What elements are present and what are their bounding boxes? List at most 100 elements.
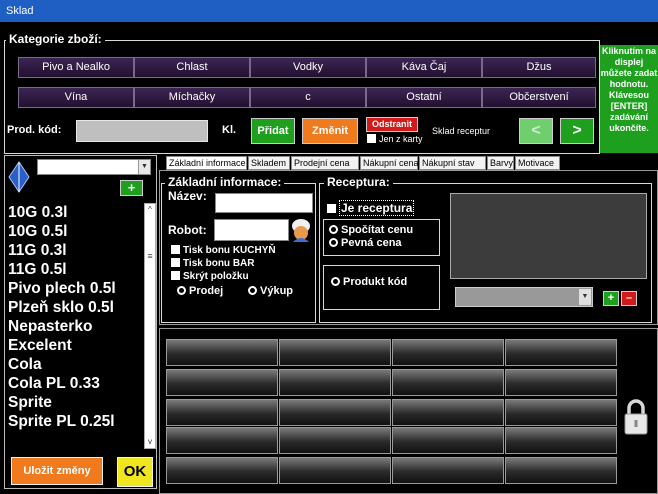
print-kitchen-checkbox[interactable]: Tisk bonu KUCHYŇ [171,245,276,256]
only-card-box[interactable] [367,134,376,143]
display-cell[interactable] [166,457,278,484]
hide-item-checkbox[interactable]: Skrýt položku [171,271,249,282]
tab[interactable]: Skladem [248,156,290,170]
recipe-add-button[interactable]: + [603,291,619,306]
sidebar-select[interactable]: ▼ [37,159,151,175]
category-button[interactable]: Míchačky [134,87,250,108]
remove-button[interactable]: Odstranit [366,117,418,132]
sidebar-add-button[interactable]: + [120,180,143,196]
tab[interactable]: Prodejní cena [291,156,359,170]
calc-price-label: Spočítat cenu [341,224,414,236]
calc-price-dot[interactable] [329,225,338,234]
category-button[interactable]: Občerstvení [482,87,596,108]
tab[interactable]: Barvy [487,156,514,170]
prod-code-input[interactable] [76,120,208,142]
buyout-radio-dot[interactable] [248,286,257,295]
calc-price-radio[interactable]: Spočítat cenu [329,224,413,236]
display-cell[interactable] [505,339,617,366]
category-button[interactable]: Ostatní [366,87,482,108]
list-item[interactable]: 10G 0.5l [8,222,144,241]
recipe-select[interactable]: ▼ [455,287,593,307]
next-button[interactable]: > [560,118,594,144]
list-item[interactable]: Pivo plech 0.5l [8,279,144,298]
fixed-price-dot[interactable] [329,238,338,247]
print-bar-box[interactable] [171,258,180,267]
display-cell[interactable] [166,427,278,454]
category-button[interactable]: Káva Čaj [366,57,482,78]
change-button[interactable]: Změnit [302,118,358,144]
list-item[interactable]: 10G 0.3l [8,203,144,222]
only-card-checkbox[interactable]: Jen z karty [367,134,423,144]
list-item[interactable]: Cola [8,355,144,374]
fixed-price-radio[interactable]: Pevná cena [329,237,402,249]
robot-input[interactable] [214,219,289,241]
display-cell[interactable] [505,399,617,426]
display-cell[interactable] [279,457,391,484]
display-cell[interactable] [279,339,391,366]
tab[interactable]: Nákupní stav [419,156,486,170]
list-item[interactable]: Cola PL 0.33 [8,374,144,393]
category-button[interactable]: c [250,87,366,108]
ok-button[interactable]: OK [117,457,153,487]
display-cell[interactable] [505,457,617,484]
sale-radio-dot[interactable] [177,286,186,295]
is-recipe-box[interactable] [327,204,336,213]
name-input[interactable] [215,193,313,213]
scroll-down-icon[interactable]: v [145,436,155,448]
list-item[interactable]: Sprite PL 0.25l [8,412,144,431]
recipe-legend: Receptura: [324,176,393,189]
product-list-scrollbar[interactable]: ^ ≡ v [144,203,156,449]
recipe-remove-button[interactable]: – [621,291,637,306]
product-code-radio[interactable]: Produkt kód [331,276,407,288]
save-changes-button[interactable]: Uložit změny [11,457,103,485]
hide-item-label: Skrýt položku [183,271,249,282]
display-cell[interactable] [279,427,391,454]
display-cell[interactable] [279,399,391,426]
buyout-radio[interactable]: Výkup [248,285,293,297]
plus-icon: + [127,180,136,195]
list-item[interactable]: Sprite [8,393,144,412]
tab[interactable]: Nákupní cena [360,156,419,170]
display-cell[interactable] [392,427,504,454]
save-changes-label: Uložit změny [23,465,91,477]
display-cell[interactable] [505,369,617,396]
prev-button[interactable]: < [519,118,553,144]
display-cell[interactable] [392,457,504,484]
scroll-thumb-icon[interactable]: ≡ [145,250,155,262]
category-button[interactable]: Džus [482,57,596,78]
sort-arrows-icon[interactable] [8,161,30,193]
add-button[interactable]: Přidat [251,118,295,144]
display-cell[interactable] [392,369,504,396]
display-cell[interactable] [392,399,504,426]
print-kitchen-label: Tisk bonu KUCHYŇ [183,245,276,256]
category-button[interactable]: Vodky [250,57,366,78]
hide-item-box[interactable] [171,271,180,280]
print-kitchen-box[interactable] [171,245,180,254]
scroll-up-icon[interactable]: ^ [145,204,155,216]
category-button[interactable]: Pivo a Nealko [18,57,134,78]
category-button[interactable]: Chlast [134,57,250,78]
category-button[interactable]: Vína [18,87,134,108]
display-cell[interactable] [166,339,278,366]
recipe-list[interactable] [450,193,647,279]
list-item[interactable]: Excelent [8,336,144,355]
sale-radio[interactable]: Prodej [177,285,223,297]
list-item[interactable]: Nepasterko [8,317,144,336]
list-item[interactable]: 11G 0.3l [8,241,144,260]
print-bar-checkbox[interactable]: Tisk bonu BAR [171,258,254,269]
display-cell[interactable] [166,399,278,426]
product-code-dot[interactable] [331,277,340,286]
robot-chef-icon[interactable] [289,217,313,243]
tab[interactable]: Základní informace [166,156,247,170]
product-list[interactable]: 10G 0.3l 10G 0.5l 11G 0.3l 11G 0.5l Pivo ple… [8,203,144,449]
lock-icon[interactable] [622,398,650,436]
display-cell[interactable] [166,369,278,396]
plus-icon: + [607,292,615,304]
display-cell[interactable] [392,339,504,366]
list-item[interactable]: 11G 0.5l [8,260,144,279]
tab[interactable]: Motivace [515,156,560,170]
display-cell[interactable] [279,369,391,396]
list-item[interactable]: Plzeň sklo 0.5l [8,298,144,317]
is-recipe-checkbox[interactable]: Je receptura [327,200,415,216]
display-cell[interactable] [505,427,617,454]
